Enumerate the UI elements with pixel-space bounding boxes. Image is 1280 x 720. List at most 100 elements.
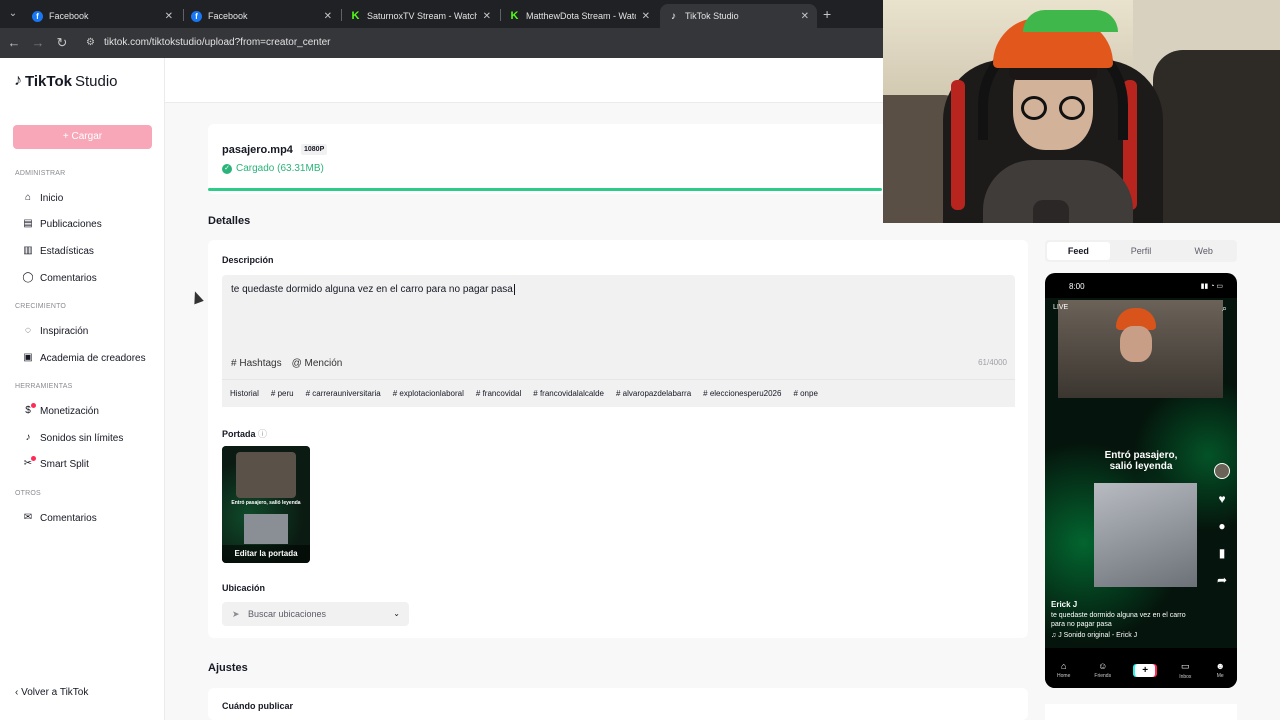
analytics-icon: ▥ xyxy=(23,245,33,256)
description-text[interactable]: te quedaste dormido alguna vez en el car… xyxy=(231,284,515,295)
video-streamer-image xyxy=(1058,300,1223,398)
cover-thumbnail[interactable]: Entró pasajero, salió leyenda Editar la … xyxy=(222,446,310,563)
inbox-nav: ▭ Inbox xyxy=(1179,661,1191,680)
hashtags-button[interactable]: # Hashtags xyxy=(231,358,282,369)
sidebar-item-comments[interactable]: ◯ Comentarios xyxy=(22,272,97,284)
tab-web[interactable]: Web xyxy=(1172,242,1235,260)
browser-tab-tiktok-studio[interactable]: ♪ TikTok Studio ✕ xyxy=(660,4,817,28)
new-tab-icon[interactable]: + xyxy=(823,6,831,22)
mail-icon: ✉ xyxy=(23,512,33,523)
sidebar-item-academy[interactable]: ▣ Academia de creadores xyxy=(22,352,145,364)
reload-icon[interactable]: ↻ xyxy=(53,34,71,52)
location-label: Ubicación xyxy=(222,583,266,593)
upload-status: ✓ Cargado (63.31MB) xyxy=(222,163,324,174)
cover-image xyxy=(236,452,296,498)
sidebar-item-comments-other[interactable]: ✉ Comentarios xyxy=(22,512,97,524)
tab-profile[interactable]: Perfil xyxy=(1110,242,1173,260)
video-clip-image xyxy=(1094,483,1197,587)
section-header-tools: HERRAMIENTAS xyxy=(15,383,73,390)
tab-title: TikTok Studio xyxy=(685,11,739,21)
site-info-icon[interactable]: ⚙ xyxy=(86,32,95,54)
close-icon[interactable]: ✕ xyxy=(801,11,809,22)
tab-feed[interactable]: Feed xyxy=(1047,242,1110,260)
tab-search-icon[interactable]: ⌄ xyxy=(6,7,20,21)
close-icon[interactable]: ✕ xyxy=(483,11,491,22)
cover-label-text: Portada xyxy=(222,429,256,439)
hashtag-chip[interactable]: # carrerauniversitaria xyxy=(306,389,381,398)
sidebar: ♪ TikTok Studio + Cargar ADMINISTRAR ⌂ I… xyxy=(0,58,165,720)
hashtag-chip[interactable]: # explotacionlaboral xyxy=(393,389,464,398)
browser-tab-facebook-2[interactable]: f Facebook ✕ xyxy=(183,4,340,28)
bookmark-icon: ▮ xyxy=(1218,546,1226,560)
location-select[interactable]: ➤ Buscar ubicaciones ⌄ xyxy=(222,602,409,626)
description-field[interactable]: te quedaste dormido alguna vez en el car… xyxy=(222,275,1015,407)
location-placeholder: Buscar ubicaciones xyxy=(248,609,327,619)
url-text: tiktok.com/tiktokstudio/upload?from=crea… xyxy=(104,37,331,48)
hashtag-chip[interactable]: # onpe xyxy=(793,389,817,398)
phone-bottom-nav: ⌂ Home ☺ Friends + ▭ Inbox ☻ Me xyxy=(1045,650,1237,688)
close-icon[interactable]: ✕ xyxy=(165,11,173,22)
dollar-icon: $ xyxy=(22,403,36,417)
nav-label: Inbox xyxy=(1179,673,1192,680)
sidebar-item-stats[interactable]: ▥ Estadísticas xyxy=(22,245,94,257)
posts-icon: ▤ xyxy=(23,218,33,229)
plus-icon: + xyxy=(1135,663,1156,677)
schedule-label: Cuándo publicar xyxy=(222,701,294,711)
back-arrow-icon[interactable]: ← xyxy=(5,34,23,52)
sidebar-item-inspiration[interactable]: ◌ Inspiración xyxy=(22,325,88,337)
sidebar-item-sounds[interactable]: ♪ Sonidos sin límites xyxy=(22,432,124,444)
nav-label: Home xyxy=(1057,673,1071,679)
sidebar-item-label: Comentarios xyxy=(40,272,97,284)
browser-tab-saturnox[interactable]: K SaturnoxTV Stream - Watch Live ✕ xyxy=(342,4,499,28)
facebook-icon: f xyxy=(191,10,202,22)
avatar xyxy=(1214,463,1230,479)
browser-tab-facebook-1[interactable]: f Facebook ✕ xyxy=(24,4,181,28)
hashtag-chip[interactable]: # francovidalalcalde xyxy=(533,389,604,398)
file-size: (63.31MB) xyxy=(277,163,324,174)
profile-icon: ☻ xyxy=(1215,661,1225,671)
close-icon[interactable]: ✕ xyxy=(642,11,650,22)
friends-nav: ☺ Friends xyxy=(1094,661,1111,679)
logo-brand: TikTok xyxy=(25,72,72,90)
hashtag-chip[interactable]: # peru xyxy=(271,389,294,398)
cover-caption: Entró pasajero, salió leyenda xyxy=(231,500,301,506)
kick-icon: K xyxy=(510,10,519,22)
plus-icon: + xyxy=(62,131,72,142)
heart-icon: ♥ xyxy=(1218,492,1226,506)
info-icon[interactable]: ⓘ xyxy=(258,429,267,439)
sidebar-item-label: Inspiración xyxy=(40,325,89,337)
sidebar-item-home[interactable]: ⌂ Inicio xyxy=(22,192,63,204)
inbox-icon: ▭ xyxy=(1181,660,1190,671)
sidebar-item-posts[interactable]: ▤ Publicaciones xyxy=(22,218,101,230)
tiktok-icon: ♪ xyxy=(671,10,676,22)
notification-dot xyxy=(31,403,36,408)
sidebar-item-smart-split[interactable]: ✂ Smart Split xyxy=(22,456,89,470)
mention-button[interactable]: @ Mención xyxy=(292,358,343,369)
upload-progress-bar xyxy=(208,188,882,191)
home-icon: ⌂ xyxy=(1060,661,1067,671)
browser-tab-matthewdota[interactable]: K MatthewDota Stream - Watch Live ✕ xyxy=(501,4,658,28)
upload-button[interactable]: + Cargar xyxy=(13,125,152,149)
preview-view-tabs: Feed Perfil Web xyxy=(1045,240,1237,262)
hashtag-chip[interactable]: # eleccionesperu2026 xyxy=(703,389,781,398)
cover-label: Portada ⓘ xyxy=(222,427,267,440)
at-icon: @ xyxy=(291,358,305,369)
sidebar-item-label: Estadísticas xyxy=(40,245,94,257)
edit-cover-button[interactable]: Editar la portada xyxy=(222,545,310,563)
tiktok-studio-logo[interactable]: ♪ TikTok Studio xyxy=(14,72,118,90)
history-button[interactable]: Historial xyxy=(230,389,259,398)
sidebar-item-label: Comentarios xyxy=(40,512,97,524)
hashtag-chip[interactable]: # francovidal xyxy=(476,389,521,398)
back-to-tiktok-link[interactable]: ‹ Volver a TikTok xyxy=(15,687,88,698)
logo-studio: Studio xyxy=(74,72,118,90)
check-circle-icon: ✓ xyxy=(222,163,232,174)
forward-arrow-icon[interactable]: → xyxy=(29,34,47,52)
tab-title: Facebook xyxy=(49,11,89,21)
kick-icon: K xyxy=(351,10,360,22)
author-name: Erick J xyxy=(1051,600,1078,609)
share-icon: ➦ xyxy=(1216,573,1228,587)
hashtag-chip[interactable]: # alvaropazdelabarra xyxy=(616,389,691,398)
sidebar-item-monetization[interactable]: $ Monetización xyxy=(22,403,99,417)
close-icon[interactable]: ✕ xyxy=(324,11,332,22)
url-field[interactable]: ⚙ tiktok.com/tiktokstudio/upload?from=cr… xyxy=(80,32,880,54)
